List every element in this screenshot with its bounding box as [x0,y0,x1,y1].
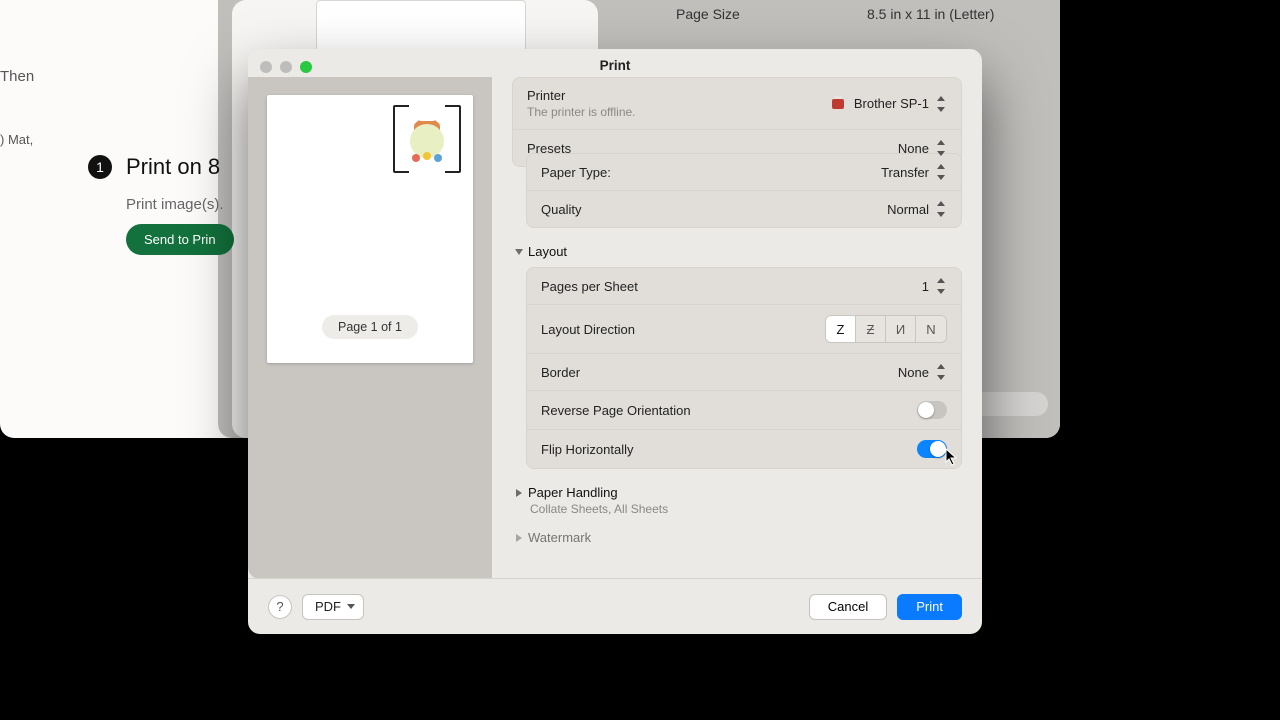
step-badge: 1 [88,155,112,179]
background-mat-text: ) Mat, [0,132,33,147]
layout-direction-label: Layout Direction [541,322,635,337]
quality-row[interactable]: Quality Normal [527,191,961,227]
pages-per-sheet-select[interactable]: 1 [922,278,947,294]
updown-icon [935,96,947,112]
step-subtitle: Print image(s). [126,196,224,213]
preview-image [393,105,461,173]
pages-per-sheet-row[interactable]: Pages per Sheet 1 [527,268,961,305]
printer-row[interactable]: Printer The printer is offline. Brother … [513,78,961,130]
cursor-icon [945,448,959,466]
titlebar: Print [248,49,982,75]
presets-label: Presets [527,141,571,156]
preview-pane: Page 1 of 1 [248,77,492,579]
dialog-footer: ? PDF Cancel Print [248,578,982,634]
quality-label: Quality [541,202,581,217]
border-value: None [898,365,929,380]
printer-label: Printer [527,88,636,103]
border-row[interactable]: Border None [527,354,961,391]
layout-direction-option-0[interactable]: Z [826,316,856,342]
reverse-orientation-label: Reverse Page Orientation [541,403,691,418]
layout-group: Pages per Sheet 1 Layout Direction Z Ƶ И… [526,267,962,469]
flowers-icon [423,152,431,160]
printer-icon [832,99,844,109]
updown-icon [935,164,947,180]
layout-direction-option-2[interactable]: И [886,316,916,342]
background-then-text: Then [0,68,34,85]
layout-direction-option-3[interactable]: N [916,316,946,342]
print-button[interactable]: Print [897,594,962,620]
presets-value: None [898,141,929,156]
updown-icon [935,364,947,380]
step-title: Print on 8 [126,154,220,180]
chevron-right-icon [516,489,522,497]
flip-horizontally-switch[interactable] [917,440,947,458]
paper-handling-summary: Collate Sheets, All Sheets [512,502,962,516]
layout-direction-row: Layout Direction Z Ƶ И N [527,305,961,354]
paper-handling-title: Paper Handling [528,485,618,500]
paper-type-value: Transfer [881,165,929,180]
printer-value: Brother SP-1 [854,96,929,111]
pdf-label: PDF [315,599,341,614]
pages-per-sheet-value: 1 [922,279,929,294]
pdf-menu-button[interactable]: PDF [302,594,364,620]
help-button[interactable]: ? [268,595,292,619]
updown-icon [935,201,947,217]
reverse-orientation-switch[interactable] [917,401,947,419]
layout-direction-segmented[interactable]: Z Ƶ И N [825,315,947,343]
page-indicator: Page 1 of 1 [322,315,418,339]
border-select[interactable]: None [898,364,947,380]
presets-select[interactable]: None [898,140,947,156]
page-size-label: Page Size [676,6,740,22]
layout-section-header[interactable]: Layout [512,238,962,267]
reverse-orientation-row: Reverse Page Orientation [527,391,961,430]
layout-direction-option-1[interactable]: Ƶ [856,316,886,342]
printer-select[interactable]: Brother SP-1 [832,96,947,112]
paper-type-row[interactable]: Paper Type: Transfer [527,154,961,191]
chevron-right-icon [516,534,522,542]
flip-horizontally-label: Flip Horizontally [541,442,633,457]
media-group: Paper Type: Transfer Quality Normal [526,153,962,228]
chevron-down-icon [515,249,523,255]
settings-pane: Printer The printer is offline. Brother … [492,77,982,579]
print-dialog: Print Page 1 of 1 [248,49,982,634]
page-size-value: 8.5 in x 11 in (Letter) [867,6,994,22]
pages-per-sheet-label: Pages per Sheet [541,279,638,294]
layout-section-title: Layout [528,244,567,259]
quality-select[interactable]: Normal [887,201,947,217]
watermark-title: Watermark [528,530,591,545]
border-label: Border [541,365,580,380]
paper-type-label: Paper Type: [541,165,611,180]
updown-icon [935,140,947,156]
quality-value: Normal [887,202,929,217]
preview-page: Page 1 of 1 [267,95,473,363]
printer-status: The printer is offline. [527,105,636,119]
flip-horizontally-row: Flip Horizontally [527,430,961,468]
updown-icon [935,278,947,294]
cancel-button[interactable]: Cancel [809,594,887,620]
chevron-down-icon [347,604,355,609]
dialog-title: Print [248,58,982,73]
paper-type-select[interactable]: Transfer [881,164,947,180]
send-to-printer-button[interactable]: Send to Prin [126,224,234,255]
watermark-section-header[interactable]: Watermark [512,524,962,553]
